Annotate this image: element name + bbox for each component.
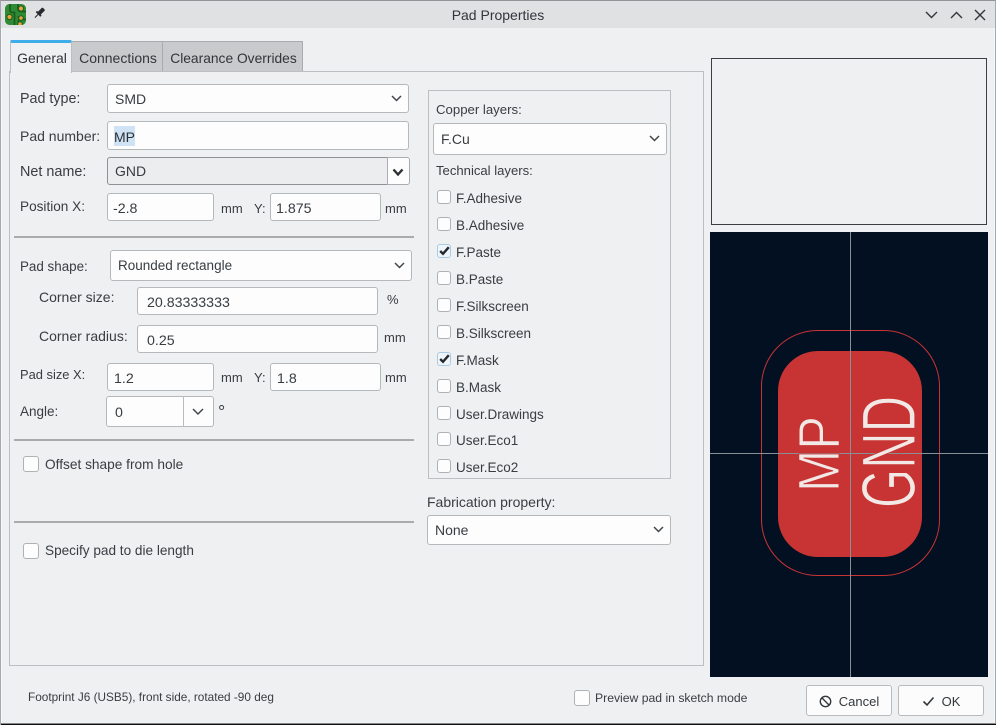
svg-text:MP: MP: [787, 416, 852, 492]
svg-text:GND: GND: [847, 396, 932, 508]
